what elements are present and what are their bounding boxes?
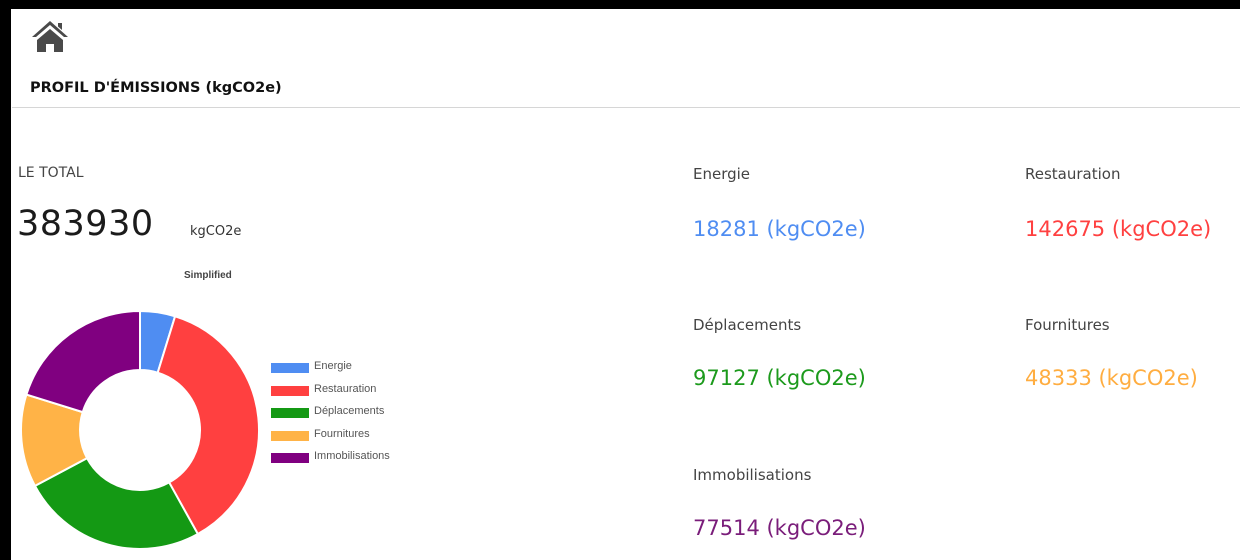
- legend-label: Fournitures: [314, 427, 370, 440]
- donut-slice-5[interactable]: [25, 309, 141, 414]
- legend-swatch: [271, 363, 309, 373]
- legend-item[interactable]: Restauration: [271, 383, 390, 406]
- legend-label: Immobilisations: [314, 450, 390, 462]
- legend-item[interactable]: Immobilisations: [271, 450, 390, 473]
- stat-value-energie: 18281 (kgCO2e): [693, 217, 866, 241]
- legend-item[interactable]: Déplacements: [271, 405, 390, 428]
- stat-label-energie: Energie: [693, 165, 751, 183]
- header-divider: [12, 107, 1240, 108]
- legend-swatch: [271, 453, 309, 463]
- stat-label-deplacements: Déplacements: [693, 316, 802, 334]
- stat-value-deplacements: 97127 (kgCO2e): [693, 366, 866, 390]
- donut-chart: [20, 309, 260, 550]
- legend-label: Déplacements: [314, 405, 385, 417]
- legend-swatch: [271, 408, 309, 418]
- legend-item[interactable]: Fournitures: [271, 428, 390, 451]
- page-title: PROFIL D'ÉMISSIONS (kgCO2e): [30, 80, 282, 96]
- chart-title: Simplified: [184, 270, 232, 281]
- stat-label-fournitures: Fournitures: [1025, 316, 1110, 334]
- legend-label: Energie: [314, 360, 352, 372]
- legend-item[interactable]: Energie: [271, 360, 390, 383]
- total-unit: kgCO2e: [190, 224, 242, 239]
- total-value: 383930: [17, 204, 154, 244]
- legend-swatch: [271, 430, 309, 441]
- stat-value-restauration: 142675 (kgCO2e): [1025, 217, 1212, 241]
- stat-label-immobilisations: Immobilisations: [693, 466, 812, 484]
- chart-legend: Energie Restauration Déplacements Fournitur…: [271, 360, 390, 473]
- legend-label: Restauration: [314, 382, 377, 395]
- home-icon[interactable]: [30, 19, 70, 53]
- stat-value-immobilisations: 77514 (kgCO2e): [693, 516, 866, 540]
- stat-label-restauration: Restauration: [1025, 165, 1121, 183]
- total-label: LE TOTAL: [18, 165, 84, 181]
- stat-value-fournitures: 48333 (kgCO2e): [1025, 366, 1198, 390]
- legend-swatch: [271, 385, 309, 396]
